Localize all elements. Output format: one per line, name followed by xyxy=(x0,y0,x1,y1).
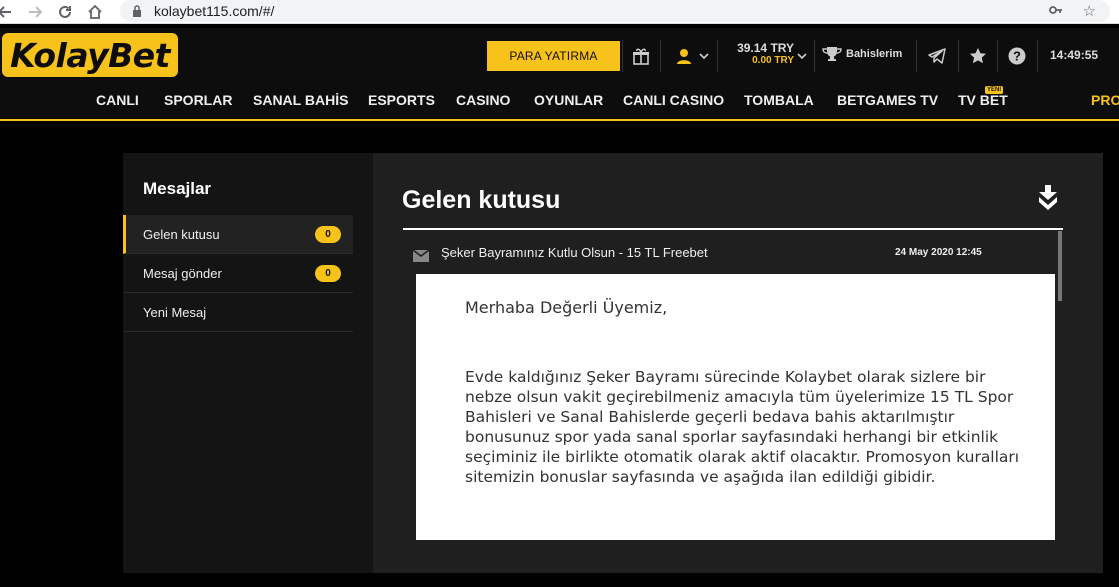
message-date: 24 May 2020 12:45 xyxy=(895,247,982,258)
balance-display[interactable]: 39.14 TRY 0.00 TRY xyxy=(724,42,794,67)
reload-icon[interactable] xyxy=(54,1,76,23)
site-header: KolayBet PARA YATIRMA 39.14 TRY 0.00 TRY… xyxy=(0,28,1119,80)
nav-casino[interactable]: CASINO xyxy=(456,92,510,108)
divider xyxy=(660,40,661,72)
star-icon[interactable]: ☆ xyxy=(1083,2,1096,20)
my-bets-label: Bahislerim xyxy=(846,48,903,60)
nav-pro[interactable]: PRO xyxy=(1091,92,1119,108)
back-arrow-icon[interactable] xyxy=(0,1,16,23)
nav-esports[interactable]: ESPORTS xyxy=(368,92,435,108)
home-icon[interactable] xyxy=(84,1,106,23)
svg-text:?: ? xyxy=(1013,49,1021,64)
divider xyxy=(958,40,959,72)
nav-sanal-bahis[interactable]: SANAL BAHİS xyxy=(253,92,348,108)
main-balance: 39.14 TRY xyxy=(737,41,794,55)
chevron-down-icon xyxy=(699,53,709,60)
sidebar-item-label: Mesaj gönder xyxy=(143,265,222,281)
address-bar[interactable]: kolaybet115.com/#/ ☆ xyxy=(120,0,1110,22)
sidebar-item-send-message[interactable]: Mesaj gönder 0 xyxy=(123,254,353,293)
divider xyxy=(997,40,998,72)
nav-sporlar[interactable]: SPORLAR xyxy=(164,92,232,108)
lock-icon[interactable] xyxy=(130,4,144,18)
divider xyxy=(622,40,623,72)
unread-count-badge: 0 xyxy=(315,226,341,243)
messages-sidebar: Mesajlar Gelen kutusu 0 Mesaj gönder 0 Y… xyxy=(123,153,373,573)
my-bets-button[interactable]: Bahislerim xyxy=(822,46,902,62)
chevron-down-icon[interactable] xyxy=(795,42,809,70)
nav-tv-bet[interactable]: TV BET xyxy=(958,92,1008,108)
message-row[interactable]: Şeker Bayramınız Kutlu Olsun - 15 TL Fre… xyxy=(403,228,1063,274)
telegram-icon[interactable] xyxy=(926,42,948,70)
url-text[interactable]: kolaybet115.com/#/ xyxy=(154,3,274,19)
user-menu[interactable] xyxy=(672,42,712,70)
nav-tombala[interactable]: TOMBALA xyxy=(744,92,814,108)
count-badge: 0 xyxy=(315,265,341,282)
clock: 14:49:55 xyxy=(1050,48,1099,62)
message-text: Evde kaldığınız Şeker Bayramı sürecinde … xyxy=(465,368,1020,486)
main-nav: CANLI SPORLAR SANAL BAHİS ESPORTS CASINO… xyxy=(0,80,1119,121)
message-subject[interactable]: Şeker Bayramınız Kutlu Olsun - 15 TL Fre… xyxy=(441,245,708,260)
sidebar-title: Mesajlar xyxy=(143,179,212,198)
divider xyxy=(916,40,917,72)
message-body: Merhaba Değerli Üyemiz, Evde kaldığınız … xyxy=(416,274,1055,540)
trophy-icon xyxy=(822,47,842,61)
bonus-balance: 0.00 TRY xyxy=(752,55,794,66)
favorite-star-icon[interactable] xyxy=(967,42,989,70)
nav-canli[interactable]: CANLI xyxy=(96,92,139,108)
divider xyxy=(717,40,718,72)
divider xyxy=(1037,40,1038,72)
sidebar-item-inbox[interactable]: Gelen kutusu 0 xyxy=(123,215,353,254)
envelope-icon xyxy=(412,249,430,267)
help-icon[interactable]: ? xyxy=(1006,42,1028,70)
browser-toolbar: kolaybet115.com/#/ ☆ xyxy=(0,0,1119,24)
user-icon xyxy=(677,49,691,64)
inbox-panel: Gelen kutusu Şeker Bayramınız Kutlu Olsu… xyxy=(373,153,1103,573)
scrollbar[interactable] xyxy=(1058,231,1062,301)
kolaybet-logo[interactable]: KolayBet xyxy=(2,33,178,77)
nav-canli-casino[interactable]: CANLI CASINO xyxy=(623,92,724,108)
download-icon[interactable] xyxy=(1037,185,1059,213)
nav-betgames-tv[interactable]: BETGAMES TV xyxy=(837,92,938,108)
new-badge: YENİ xyxy=(985,86,1004,94)
key-icon[interactable] xyxy=(1048,2,1063,20)
deposit-button[interactable]: PARA YATIRMA xyxy=(487,41,620,71)
nav-oyunlar[interactable]: OYUNLAR xyxy=(534,92,603,108)
sidebar-item-label: Yeni Mesaj xyxy=(143,304,207,320)
message-greeting: Merhaba Değerli Üyemiz, xyxy=(465,298,668,317)
divider xyxy=(814,40,815,72)
sidebar-item-new-message[interactable]: Yeni Mesaj xyxy=(123,293,353,332)
gift-icon[interactable] xyxy=(630,42,652,70)
sidebar-item-label: Gelen kutusu xyxy=(143,226,220,242)
forward-arrow-icon[interactable] xyxy=(24,1,46,23)
page-title: Gelen kutusu xyxy=(402,186,561,214)
